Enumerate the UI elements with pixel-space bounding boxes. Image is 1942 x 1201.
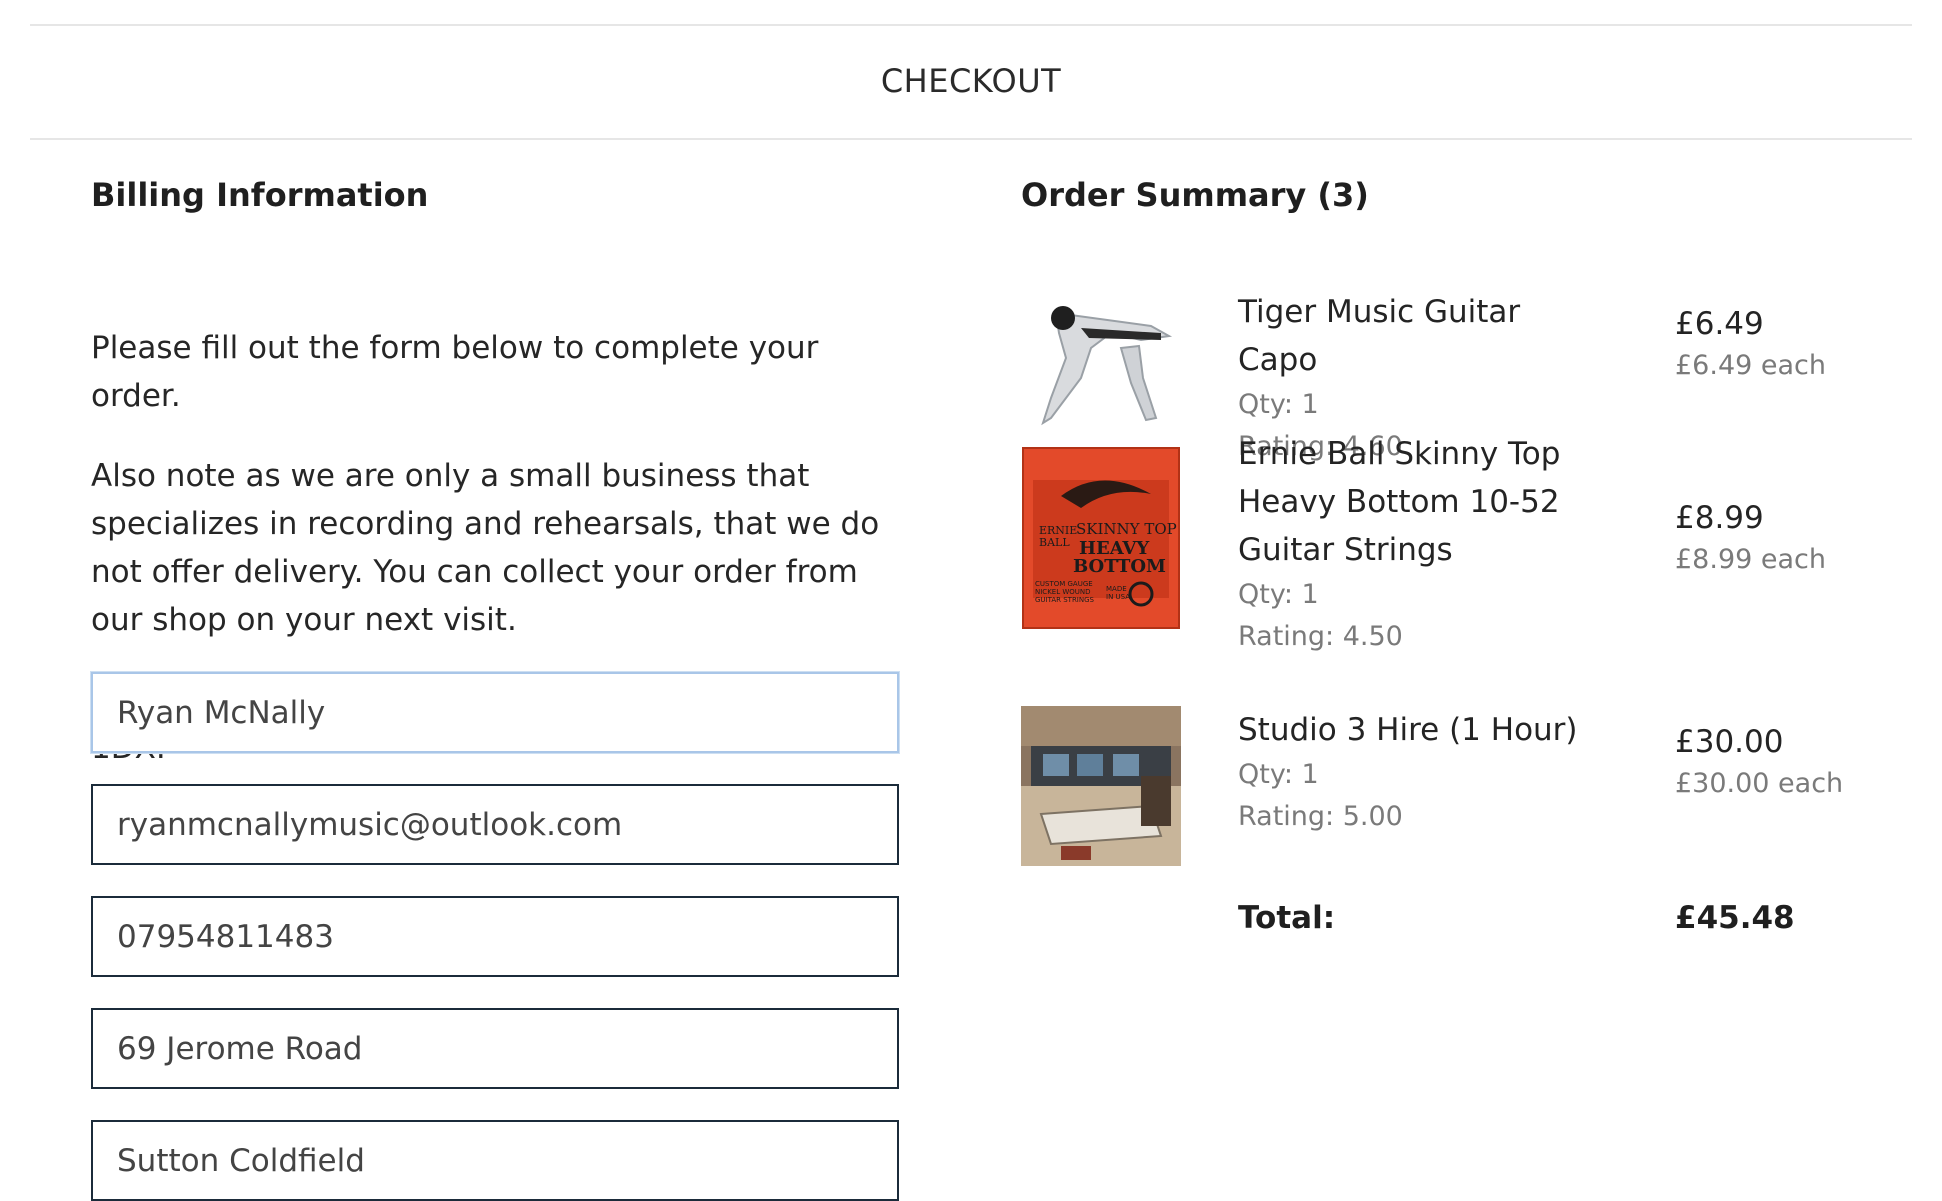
item-unit-price: £30.00 each [1675,768,1844,799]
item-unit-price: £8.99 each [1675,544,1826,575]
item-unit-price: £6.49 each [1675,350,1826,381]
pack-small-1: CUSTOM GAUGE [1035,580,1093,588]
total-label: Total: [1238,900,1336,936]
pack-made: MADE [1106,585,1127,593]
top-divider [30,24,1912,26]
item-name[interactable]: Ernie Ball Skinny Top Heavy Bottom 10-52… [1238,430,1608,574]
capo-icon[interactable] [1021,288,1181,448]
address-line1-field[interactable] [91,1008,899,1089]
order-summary-title: Order Summary (3) [1021,176,1369,214]
item-qty: Qty: 1 [1238,579,1319,610]
address-line2-field[interactable] [91,1120,899,1201]
total-value: £45.48 [1675,900,1795,936]
item-price: £8.99 [1675,500,1764,536]
delivery-note: Also note as we are only a small busines… [91,458,880,638]
phone-field[interactable] [91,896,899,977]
item-price: £30.00 [1675,724,1784,760]
pack-line-1: SKINNY TOP [1076,520,1177,538]
billing-title: Billing Information [91,176,429,214]
pack-small-3: GUITAR STRINGS [1035,596,1095,604]
item-name[interactable]: Tiger Music Guitar Capo [1238,288,1608,384]
email-field[interactable] [91,784,899,865]
page-title: CHECKOUT [880,62,1062,100]
pack-usa: IN USA [1106,593,1130,601]
pack-line-3: BOTTOM [1073,556,1166,577]
pack-small-2: NICKEL WOUND [1035,588,1091,596]
studio-photo-icon[interactable] [1021,706,1181,866]
item-name[interactable]: Studio 3 Hire (1 Hour) [1238,706,1608,754]
item-rating: Rating: 5.00 [1238,801,1403,832]
guitar-strings-pack-icon[interactable]: ERNIE BALL SKINNY TOP HEAVY BOTTOM CUSTO… [1021,446,1181,629]
order-summary-section: Order Summary (3) Tiger Music Guitar Cap… [1021,176,1901,936]
item-qty: Qty: 1 [1238,759,1319,790]
item-price: £6.49 [1675,306,1764,342]
header-divider [30,138,1912,140]
item-rating: Rating: 4.50 [1238,621,1403,652]
intro-text: Please fill out the form below to comple… [91,330,819,414]
name-field[interactable] [91,672,899,753]
item-qty: Qty: 1 [1238,389,1319,420]
pack-brand-2: BALL [1039,536,1070,549]
